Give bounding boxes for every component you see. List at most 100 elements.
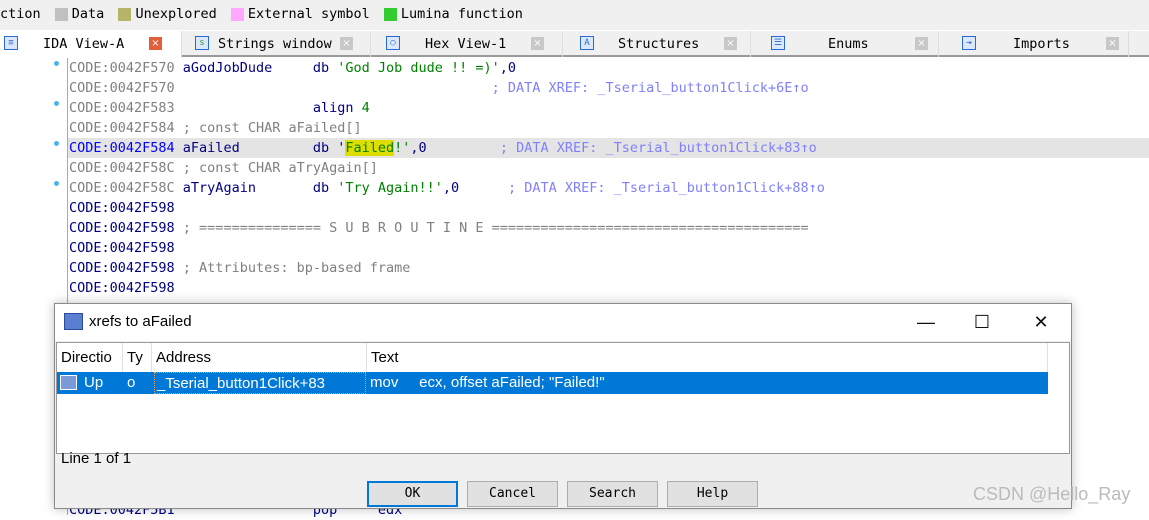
close-icon[interactable]: × — [915, 37, 928, 50]
tab-structures[interactable]: A Structures × — [564, 31, 751, 57]
bullet-icon — [54, 61, 59, 66]
comment: ; const CHAR aFailed[] — [174, 120, 362, 136]
code-line[interactable]: CODE:0042F570 ; DATA XREF: _Tserial_butt… — [69, 78, 809, 98]
ok-button[interactable]: OK — [367, 481, 458, 507]
legend-function: ction — [0, 6, 41, 22]
legend-data: Data — [71, 6, 105, 22]
address: CODE:0042F570 — [69, 80, 175, 96]
comment: ; =============== S U B R O U T I N E ==… — [174, 220, 809, 236]
legend-swatch-external — [230, 7, 244, 21]
maximize-button[interactable]: ☐ — [959, 304, 1005, 341]
table-row[interactable]: Up o _Tserial_button1Click+83 mov ecx, o… — [57, 372, 1048, 394]
code-line[interactable]: CODE:0042F58C aTryAgain db 'Try Again!!'… — [69, 178, 825, 198]
tab-label: Structures — [618, 36, 700, 52]
code-line[interactable]: CODE:0042F598 — [69, 238, 175, 258]
column-header-direction[interactable]: Directio — [57, 343, 123, 372]
tab-hex-view[interactable]: ○ Hex View-1 × — [372, 31, 563, 57]
tab-label: Hex View-1 — [425, 36, 507, 52]
code-line[interactable]: CODE:0042F598 ; Attributes: bp-based fra… — [69, 258, 410, 278]
tab-label: Enums — [828, 36, 869, 52]
legend-swatch-lumina — [383, 7, 397, 21]
bullet-icon — [54, 181, 59, 186]
address: CODE:0042F570 — [69, 60, 175, 76]
instruction: aTryAgain db — [174, 180, 338, 196]
operand: ,0 — [410, 140, 427, 156]
column-header-address[interactable]: Address — [152, 343, 367, 372]
strings-icon: s — [195, 36, 209, 50]
xref-comment[interactable]: ; DATA XREF: _Tserial_button1Click+83↑o — [427, 140, 817, 156]
address: CODE:0042F598 — [69, 280, 175, 296]
comment: ; const CHAR aTryAgain[] — [174, 160, 378, 176]
address: CODE:0042F598 — [69, 220, 175, 236]
instruction: align — [174, 100, 362, 116]
address: CODE:0042F583 — [69, 100, 175, 116]
address: CODE:0042F584 — [69, 120, 175, 136]
operand: ,0 — [499, 60, 517, 76]
watermark: CSDN @Hello_Ray — [973, 484, 1131, 504]
close-icon[interactable]: × — [531, 37, 544, 50]
bullet-icon — [54, 141, 59, 146]
enums-icon: ☰ — [771, 36, 785, 50]
tab-label: Imports — [1013, 36, 1070, 52]
tab-enums[interactable]: ☰ Enums × — [752, 31, 939, 57]
instruction: aFailed db ' — [174, 140, 346, 156]
string-literal: 'God Job dude !! =)' — [337, 60, 500, 76]
bullet-icon — [54, 101, 59, 106]
legend-external: External symbol — [247, 6, 370, 22]
code-line[interactable]: CODE:0042F598 ; =============== S U B R … — [69, 218, 809, 238]
code-line[interactable]: CODE:0042F58C ; const CHAR aTryAgain[] — [69, 158, 378, 178]
operand: 4 — [361, 100, 370, 116]
tab-label: Strings window — [218, 36, 332, 52]
close-icon[interactable]: × — [340, 37, 353, 50]
tab-imports[interactable]: ⇥ Imports × — [940, 31, 1129, 57]
address: CODE:0042F598 — [69, 260, 175, 276]
column-header-type[interactable]: Ty — [123, 343, 152, 372]
address: CODE:0042F598 — [69, 200, 175, 216]
search-button[interactable]: Search — [567, 481, 658, 507]
comment: ; Attributes: bp-based frame — [174, 260, 411, 276]
code-line-selected[interactable]: CODE:0042F584 aFailed db 'Failed!',0 ; D… — [68, 138, 1149, 158]
cancel-button[interactable]: Cancel — [467, 481, 558, 507]
xrefs-table[interactable]: Directio Ty Address Text Up o _Tserial_b… — [56, 342, 1070, 454]
minimize-button[interactable]: — — [903, 304, 949, 341]
cell-type: o — [127, 374, 136, 391]
disassembly-icon: ≡ — [4, 36, 18, 50]
operand: ,0 — [442, 180, 460, 196]
close-icon[interactable]: × — [724, 37, 737, 50]
cell-text: mov ecx, offset aFailed; "Failed!" — [370, 374, 605, 391]
code-line[interactable]: CODE:0042F598 — [69, 278, 175, 298]
close-button[interactable]: ✕ — [1018, 304, 1064, 341]
cell-address: _Tserial_button1Click+83 — [154, 372, 366, 394]
legend-unexplored: Unexplored — [135, 6, 217, 22]
xref-comment[interactable]: ; DATA XREF: _Tserial_button1Click+6E↑o — [175, 80, 809, 96]
tab-strings-window[interactable]: s Strings window × — [183, 31, 371, 57]
imports-icon: ⇥ — [962, 36, 976, 50]
xrefs-icon — [64, 313, 83, 330]
instruction: aGodJobDude db — [174, 60, 338, 76]
xref-comment[interactable]: ; DATA XREF: _Tserial_button1Click+88↑o — [459, 180, 825, 196]
tab-ida-view-a[interactable]: ≡ IDA View-A × — [0, 31, 182, 58]
legend-swatch-data — [54, 7, 68, 21]
close-icon[interactable]: × — [1106, 37, 1119, 50]
xref-icon — [60, 375, 77, 390]
address: CODE:0042F58C — [69, 160, 175, 176]
address: CODE:0042F58C — [69, 180, 175, 196]
code-line[interactable]: CODE:0042F583 align 4 — [69, 98, 370, 118]
column-header-text[interactable]: Text — [367, 343, 1048, 372]
address: CODE:0042F584 — [69, 140, 175, 156]
highlighted-text: Failed — [345, 140, 395, 156]
close-icon[interactable]: × — [149, 37, 162, 50]
string-literal: !' — [394, 140, 411, 156]
tab-bar: ≡ IDA View-A × s Strings window × ○ Hex View-… — [0, 31, 1149, 58]
status-text: Line 1 of 1 — [61, 450, 132, 467]
code-line[interactable]: CODE:0042F598 — [69, 198, 175, 218]
legend-lumina: Lumina function — [400, 6, 523, 22]
dialog-title: xrefs to aFailed — [89, 313, 192, 330]
dialog-titlebar[interactable]: xrefs to aFailed — ☐ ✕ — [55, 304, 1071, 341]
code-line[interactable]: CODE:0042F584 ; const CHAR aFailed[] — [69, 118, 362, 138]
structures-icon: A — [580, 36, 594, 50]
hex-icon: ○ — [386, 36, 400, 50]
help-button[interactable]: Help — [667, 481, 758, 507]
tab-label: IDA View-A — [43, 36, 125, 52]
code-line[interactable]: CODE:0042F570 aGodJobDude db 'God Job du… — [69, 58, 516, 78]
